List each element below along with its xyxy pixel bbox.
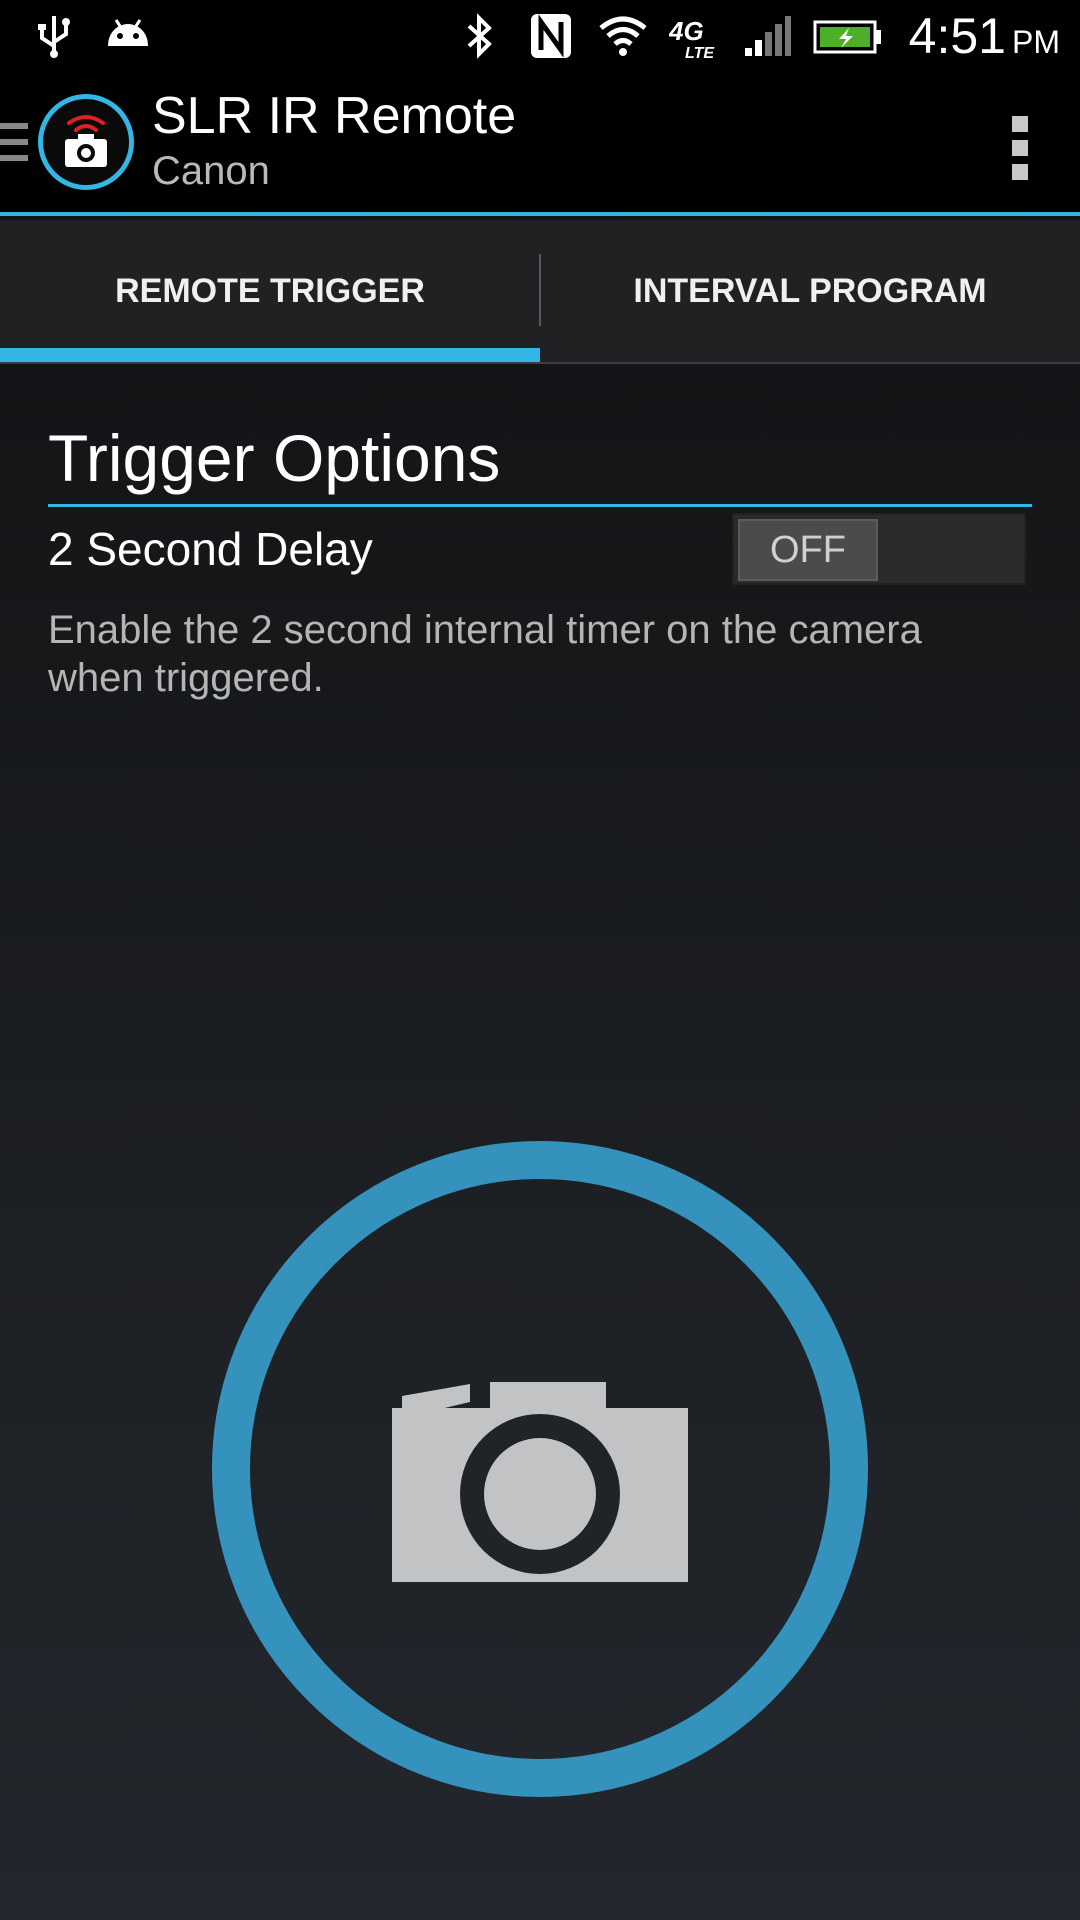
delay-label: 2 Second Delay xyxy=(48,523,373,575)
battery-charging-icon xyxy=(813,10,883,62)
wifi-icon xyxy=(597,10,649,62)
status-clock: 4:51 PM xyxy=(909,7,1060,65)
status-left xyxy=(28,10,154,62)
camera-ir-icon xyxy=(65,115,107,167)
bluetooth-icon xyxy=(453,10,505,62)
app-title: SLR IR Remote xyxy=(152,86,517,145)
shutter-button[interactable] xyxy=(212,1141,868,1797)
4g-lte-icon: 4G LTE xyxy=(669,10,721,62)
clock-time: 4:51 xyxy=(908,8,1006,64)
delay-description: Enable the 2 second internal timer on th… xyxy=(48,608,922,700)
status-bar: 4G LTE 4:51 PM xyxy=(0,0,1080,72)
usb-icon xyxy=(28,10,80,62)
tab-remote-trigger[interactable]: REMOTE TRIGGER xyxy=(0,220,540,362)
delay-toggle[interactable]: OFF xyxy=(732,513,1026,585)
delay-setting-row: 2 Second Delay OFF xyxy=(48,512,1026,586)
app-subtitle: Canon xyxy=(152,149,270,194)
svg-text:4G: 4G xyxy=(669,16,704,46)
android-icon xyxy=(102,10,154,62)
camera-icon xyxy=(392,1382,688,1582)
drawer-indicator-icon[interactable] xyxy=(0,117,30,167)
action-bar-titles: SLR IR Remote Canon xyxy=(152,89,516,196)
action-bar: SLR IR Remote Canon xyxy=(0,72,1080,216)
tab-bar: REMOTE TRIGGER INTERVAL PROGRAM xyxy=(0,220,1080,364)
clock-ampm: PM xyxy=(1012,24,1060,60)
status-right: 4G LTE 4:51 PM xyxy=(453,7,1060,65)
delay-toggle-state: OFF xyxy=(738,519,878,581)
svg-text:LTE: LTE xyxy=(685,45,715,62)
app-logo[interactable] xyxy=(38,94,134,190)
nfc-icon xyxy=(525,10,577,62)
signal-icon xyxy=(741,10,793,62)
section-title: Trigger Options xyxy=(48,420,1032,507)
tab-interval-program[interactable]: INTERVAL PROGRAM xyxy=(540,220,1080,362)
overflow-menu-icon[interactable] xyxy=(1008,116,1032,180)
